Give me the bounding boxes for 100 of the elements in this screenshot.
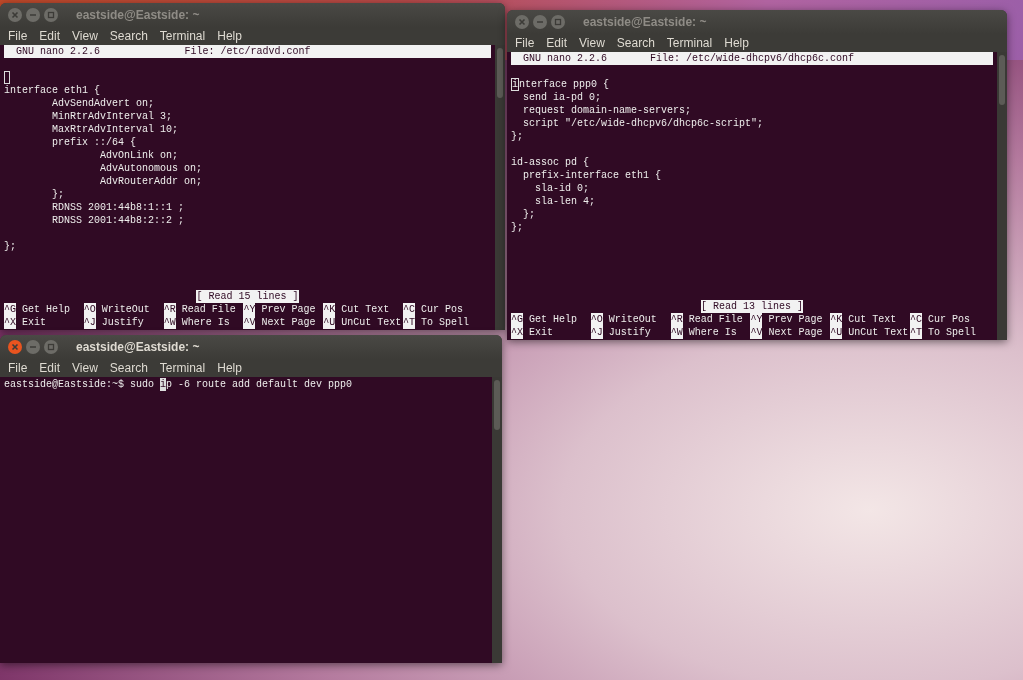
shortcut-label: Next Page bbox=[261, 316, 316, 329]
shortcut-key: ^X bbox=[511, 326, 523, 339]
shortcut-label: Justify bbox=[101, 316, 144, 329]
window-title: eastside@Eastside: ~ bbox=[76, 7, 200, 24]
terminal-text: sla-len 4; bbox=[534, 195, 595, 208]
menu-item[interactable]: Edit bbox=[39, 28, 61, 44]
shortcut-key: ^C bbox=[910, 313, 923, 326]
terminal-text: AdvAutonomous on; bbox=[99, 162, 203, 175]
shortcut-label: Cur Pos bbox=[421, 303, 464, 316]
shortcut-key: ^U bbox=[323, 316, 336, 329]
terminal-text: p -6 route add default dev ppp0 bbox=[166, 378, 353, 391]
terminal-text: prefix-interface eth1 { bbox=[522, 169, 662, 182]
shortcut-label: Justify bbox=[608, 326, 651, 339]
menu-item[interactable]: File bbox=[8, 28, 28, 44]
shortcut-label: To Spell bbox=[421, 316, 470, 329]
nano-version: GNU nano 2.2.6 bbox=[522, 52, 608, 65]
terminal-text: id-assoc pd { bbox=[511, 156, 589, 169]
terminal-text: AdvSendAdvert on; bbox=[51, 97, 155, 110]
shortcut-label: Exit bbox=[529, 326, 554, 339]
window-title: eastside@Eastside: ~ bbox=[76, 339, 200, 356]
shortcut-key: ^T bbox=[910, 326, 923, 339]
terminal-text: nterface ppp0 { bbox=[519, 78, 610, 91]
shortcut-key: ^O bbox=[590, 313, 603, 326]
shortcut-key: ^U bbox=[830, 326, 843, 339]
shortcut-label: WriteOut bbox=[101, 303, 150, 316]
nano-version: GNU nano 2.2.6 bbox=[15, 45, 101, 58]
status-message: [ Read 15 lines ] bbox=[196, 290, 299, 303]
minimize-icon[interactable] bbox=[533, 15, 547, 29]
terminal-text: AdvRouterAddr on; bbox=[99, 175, 203, 188]
shortcut-key: ^X bbox=[4, 316, 16, 329]
shortcut-key: ^O bbox=[83, 303, 96, 316]
text-cursor: i bbox=[160, 378, 167, 391]
scrollbar-thumb[interactable] bbox=[999, 55, 1005, 105]
shortcut-label: UnCut Text bbox=[848, 326, 909, 339]
terminal-text: script "/etc/wide-dhcpv6/dhcp6c-script"; bbox=[522, 117, 764, 130]
scrollbar[interactable] bbox=[492, 377, 502, 663]
shortcut-label: Get Help bbox=[529, 313, 578, 326]
terminal-text: request domain-name-servers; bbox=[522, 104, 692, 117]
terminal-text: RDNSS 2001:44b8:1::1 ; bbox=[51, 201, 185, 214]
status-message: [ Read 13 lines ] bbox=[701, 300, 803, 313]
shortcut-label: Get Help bbox=[22, 303, 71, 316]
terminal-text: MinRtrAdvInterval 3; bbox=[51, 110, 173, 123]
shortcut-key: ^V bbox=[750, 326, 763, 339]
shortcut-key: ^K bbox=[830, 313, 843, 326]
close-icon[interactable] bbox=[8, 340, 22, 354]
file-name: File: /etc/wide-dhcpv6/dhcp6c.conf bbox=[649, 52, 854, 65]
minimize-icon[interactable] bbox=[26, 8, 40, 22]
minimize-icon[interactable] bbox=[26, 340, 40, 354]
close-icon[interactable] bbox=[8, 8, 22, 22]
maximize-icon[interactable] bbox=[551, 15, 565, 29]
terminal-text: }; bbox=[511, 130, 523, 143]
shortcut-key: ^Y bbox=[243, 303, 256, 316]
shortcut-key: ^W bbox=[670, 326, 683, 339]
menu-item[interactable]: Terminal bbox=[159, 360, 206, 376]
shortcut-label: Read File bbox=[688, 313, 743, 326]
menu-item[interactable]: View bbox=[72, 28, 98, 44]
menu-item[interactable]: Help bbox=[217, 28, 242, 44]
close-icon[interactable] bbox=[515, 15, 529, 29]
terminal-text: send ia-pd 0; bbox=[522, 91, 601, 104]
scrollbar[interactable] bbox=[495, 45, 505, 330]
shortcut-label: Cut Text bbox=[848, 313, 897, 326]
scrollbar-thumb[interactable] bbox=[494, 380, 500, 430]
menu-item[interactable]: Terminal bbox=[666, 35, 713, 51]
shortcut-key: ^J bbox=[590, 326, 603, 339]
menu-item[interactable]: Search bbox=[616, 35, 655, 51]
terminal-text: }; bbox=[522, 208, 535, 221]
shortcut-label: Cut Text bbox=[341, 303, 390, 316]
maximize-icon[interactable] bbox=[44, 8, 58, 22]
scrollbar-thumb[interactable] bbox=[497, 48, 503, 98]
shortcut-label: Read File bbox=[181, 303, 236, 316]
terminal-text: sla-id 0; bbox=[534, 182, 589, 195]
terminal-text: MaxRtrAdvInterval 10; bbox=[51, 123, 179, 136]
shortcut-label: Next Page bbox=[768, 326, 823, 339]
shortcut-key: ^G bbox=[4, 303, 16, 316]
shortcut-key: ^R bbox=[163, 303, 176, 316]
shortcut-label: Where Is bbox=[181, 316, 230, 329]
shortcut-key: ^J bbox=[83, 316, 96, 329]
terminal-text: }; bbox=[511, 221, 523, 234]
shortcut-key: ^R bbox=[670, 313, 683, 326]
menu-item[interactable]: View bbox=[579, 35, 605, 51]
menu-item[interactable]: Help bbox=[724, 35, 749, 51]
menu-item[interactable]: File bbox=[515, 35, 535, 51]
shortcut-label: UnCut Text bbox=[341, 316, 402, 329]
menu-item[interactable]: Search bbox=[109, 28, 148, 44]
window-title: eastside@Eastside: ~ bbox=[583, 14, 707, 31]
scrollbar[interactable] bbox=[997, 52, 1007, 340]
shortcut-key: ^G bbox=[511, 313, 523, 326]
menu-item[interactable]: File bbox=[8, 360, 28, 376]
menu-item[interactable]: Search bbox=[109, 360, 148, 376]
menu-item[interactable]: Help bbox=[217, 360, 242, 376]
menu-item[interactable]: Edit bbox=[546, 35, 568, 51]
menu-item[interactable]: View bbox=[72, 360, 98, 376]
shortcut-label: Prev Page bbox=[261, 303, 316, 316]
shortcut-label: Where Is bbox=[688, 326, 737, 339]
shortcut-label: To Spell bbox=[928, 326, 977, 339]
shortcut-key: ^Y bbox=[750, 313, 763, 326]
menu-item[interactable]: Terminal bbox=[159, 28, 206, 44]
terminal-text: }; bbox=[4, 240, 16, 253]
maximize-icon[interactable] bbox=[44, 340, 58, 354]
menu-item[interactable]: Edit bbox=[39, 360, 61, 376]
